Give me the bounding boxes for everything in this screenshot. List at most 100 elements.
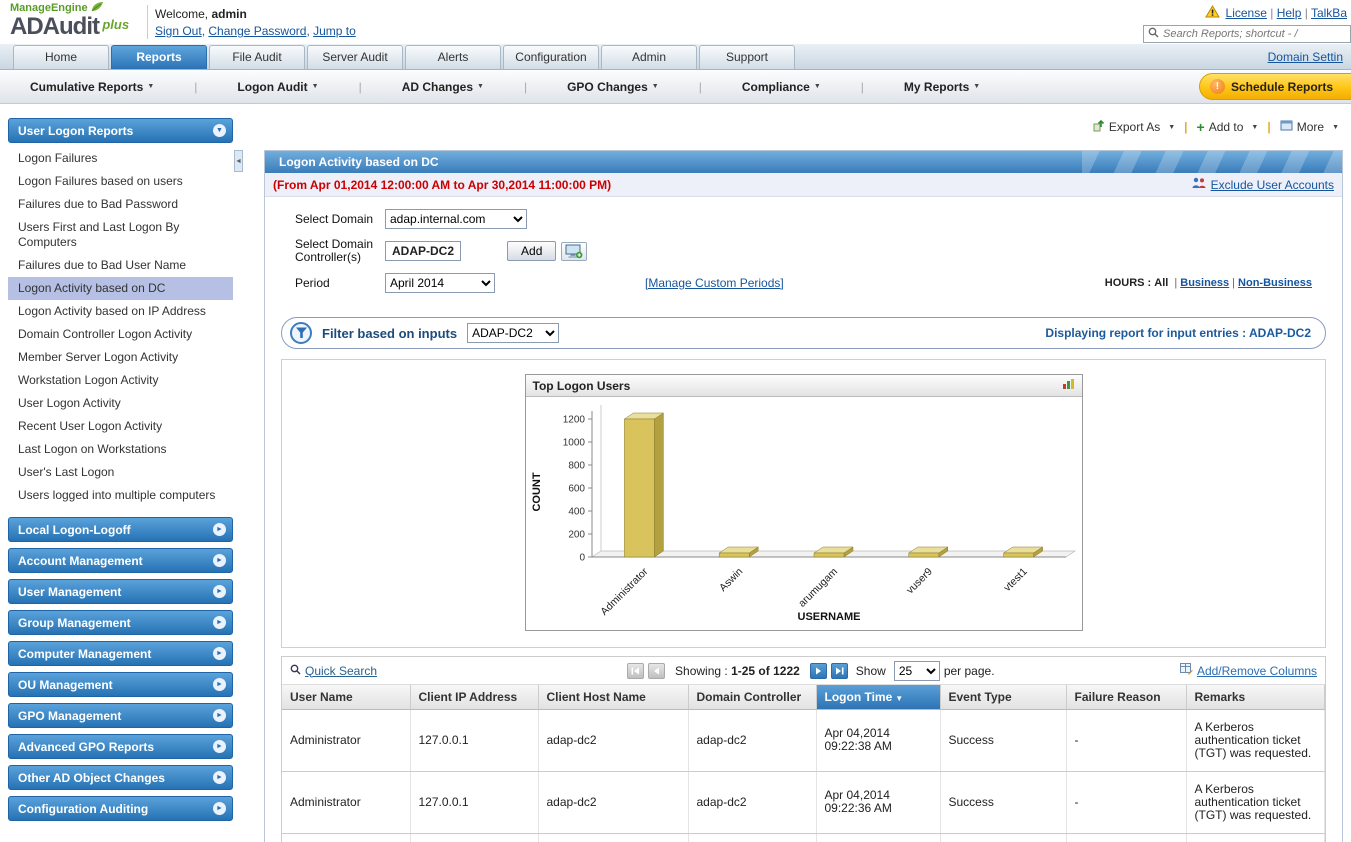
utility-link[interactable]: Help (1277, 6, 1302, 20)
domain-settings-link[interactable]: Domain Settin (1268, 50, 1343, 64)
sidebar-section[interactable]: Other AD Object Changes ► (8, 765, 233, 790)
last-page-button[interactable] (831, 663, 848, 679)
sidebar-section[interactable]: OU Management ► (8, 672, 233, 697)
nav-tab[interactable]: Alerts (405, 45, 501, 69)
sidebar-item[interactable]: Workstation Logon Activity (8, 369, 233, 392)
sidebar-section[interactable]: Account Management ► (8, 548, 233, 573)
cell-failure-reason (1066, 833, 1186, 842)
nav-tab[interactable]: File Audit (209, 45, 305, 69)
nav-tab[interactable]: Admin (601, 45, 697, 69)
table-header-cell[interactable]: Event Type▼ (940, 685, 1066, 709)
sidebar-item[interactable]: Recent User Logon Activity (8, 415, 233, 438)
nav-tab[interactable]: Reports (111, 45, 207, 69)
sidebar-item[interactable]: Users logged into multiple computers (8, 484, 233, 507)
sidebar-section-user-logon-reports[interactable]: User Logon Reports ▼ (8, 118, 233, 143)
quick-search[interactable]: Quick Search (290, 664, 377, 678)
session-link-anchor[interactable]: Change Password (208, 24, 306, 38)
chevron-down-icon[interactable]: ▼ (213, 124, 226, 137)
sidebar-section[interactable]: Local Logon-Logoff ► (8, 517, 233, 542)
add-remove-columns[interactable]: Add/Remove Columns (1180, 663, 1317, 678)
session-link: Change Password (208, 24, 313, 38)
sidebar-section[interactable]: Group Management ► (8, 610, 233, 635)
export-as-button[interactable]: Export As ▼ (1092, 119, 1175, 135)
add-dc-button[interactable]: Add (507, 241, 556, 261)
sidebar-item[interactable]: Failures due to Bad Password (8, 193, 233, 216)
sidebar-section[interactable]: Advanced GPO Reports ► (8, 734, 233, 759)
filter-bar: Filter based on inputs ADAP-DC2 Displayi… (281, 317, 1326, 349)
select-domain-dropdown[interactable]: adap.internal.com (385, 209, 527, 229)
table-header-cell[interactable]: Failure Reason▼ (1066, 685, 1186, 709)
previous-page-button[interactable] (648, 663, 665, 679)
nav-tab[interactable]: Configuration (503, 45, 599, 69)
nav-tab[interactable]: Home (13, 45, 109, 69)
sidebar-section[interactable]: GPO Management ► (8, 703, 233, 728)
table-header-cell[interactable]: Remarks▼ (1186, 685, 1325, 709)
page-size-select[interactable]: 25 (894, 661, 940, 681)
hours-business-link[interactable]: Business (1180, 277, 1229, 289)
session-link-anchor[interactable]: Sign Out (155, 24, 202, 38)
manage-custom-periods-link[interactable]: [Manage Custom Periods] (645, 276, 784, 290)
subnav-menu[interactable]: GPO Changes ▼ (567, 80, 702, 94)
nav-tab[interactable]: Support (699, 45, 795, 69)
sidebar: User Logon Reports ▼ Logon FailuresLogon… (8, 118, 233, 821)
table-header-cell[interactable]: Client Host Name▼ (538, 685, 688, 709)
chart-type-icon[interactable] (1062, 378, 1075, 393)
hours-all[interactable]: All (1154, 277, 1168, 289)
warning-icon[interactable] (1205, 5, 1220, 21)
subnav-menu[interactable]: My Reports ▼ (904, 80, 980, 94)
sidebar-item[interactable]: User Logon Activity (8, 392, 233, 415)
cell-logon-time: Apr 04,2014 09:22:38 AM (816, 709, 940, 771)
exclude-user-accounts-link[interactable]: Exclude User Accounts (1211, 178, 1334, 192)
schedule-reports-button[interactable]: ! Schedule Reports (1199, 73, 1351, 100)
session-link-anchor[interactable]: Jump to (313, 24, 356, 38)
report-period-row: (From Apr 01,2014 12:00:00 AM to Apr 30,… (265, 173, 1342, 197)
table-header-cell[interactable]: Client IP Address▼ (410, 685, 538, 709)
next-page-button[interactable] (810, 663, 827, 679)
sidebar-section[interactable]: Configuration Auditing ► (8, 796, 233, 821)
search-input[interactable] (1163, 28, 1346, 40)
first-page-button[interactable] (627, 663, 644, 679)
sidebar-item[interactable]: Users First and Last Logon By Computers (8, 216, 233, 254)
period-label: Period (295, 277, 385, 290)
utility-link[interactable]: License (1226, 6, 1267, 20)
sidebar-item[interactable]: User's Last Logon (8, 461, 233, 484)
sidebar-item[interactable]: Logon Failures based on users (8, 170, 233, 193)
displaying-report-text: Displaying report for input entries : AD… (1045, 326, 1311, 340)
chart-title: Top Logon Users (533, 379, 631, 393)
sidebar-item[interactable]: Logon Activity based on IP Address (8, 300, 233, 323)
sidebar-item[interactable]: Logon Activity based on DC (8, 277, 233, 300)
sidebar-section[interactable]: Computer Management ► (8, 641, 233, 666)
cell-domain-controller: adap-dc2 (688, 771, 816, 833)
subnav-menu[interactable]: Compliance ▼ (742, 80, 864, 94)
utility-link[interactable]: TalkBa (1311, 6, 1347, 20)
select-dc-label: Select Domain Controller(s) (295, 238, 385, 264)
sidebar-collapse-handle[interactable]: ◄ (234, 150, 243, 172)
browse-computers-button[interactable] (561, 242, 587, 261)
adaudit-wordmark: ADAudit (10, 13, 99, 40)
more-button[interactable]: More ▼ (1280, 120, 1339, 134)
table-row[interactable]: Administrator 127.0.0.1 adap-dc2 adap-dc… (282, 833, 1325, 842)
period-dropdown[interactable]: April 2014 (385, 273, 495, 293)
sidebar-item[interactable]: Failures due to Bad User Name (8, 254, 233, 277)
table-row[interactable]: Administrator 127.0.0.1 adap-dc2 adap-dc… (282, 709, 1325, 771)
nav-tab[interactable]: Server Audit (307, 45, 403, 69)
subnav-menu[interactable]: Logon Audit ▼ (237, 80, 361, 94)
filter-input-dropdown[interactable]: ADAP-DC2 (467, 323, 559, 343)
table-header-cell[interactable]: User Name▼ (282, 685, 410, 709)
sidebar-item[interactable]: Domain Controller Logon Activity (8, 323, 233, 346)
svg-text:600: 600 (568, 484, 585, 495)
sidebar-item[interactable]: Logon Failures (8, 147, 233, 170)
table-header-cell[interactable]: Logon Time▼ (816, 685, 940, 709)
content-area: User Logon Reports ▼ Logon FailuresLogon… (0, 104, 1351, 842)
sidebar-section[interactable]: User Management ► (8, 579, 233, 604)
subnav-menu[interactable]: AD Changes ▼ (402, 80, 527, 94)
domain-controller-field[interactable]: ADAP-DC2 (385, 241, 461, 261)
schedule-reports-icon: ! (1210, 79, 1225, 94)
sidebar-item[interactable]: Member Server Logon Activity (8, 346, 233, 369)
add-to-button[interactable]: + Add to ▼ (1197, 119, 1259, 135)
subnav-menu[interactable]: Cumulative Reports ▼ (30, 80, 197, 94)
hours-nonbusiness-link[interactable]: Non-Business (1238, 277, 1312, 289)
table-header-cell[interactable]: Domain Controller▼ (688, 685, 816, 709)
table-row[interactable]: Administrator 127.0.0.1 adap-dc2 adap-dc… (282, 771, 1325, 833)
sidebar-item[interactable]: Last Logon on Workstations (8, 438, 233, 461)
